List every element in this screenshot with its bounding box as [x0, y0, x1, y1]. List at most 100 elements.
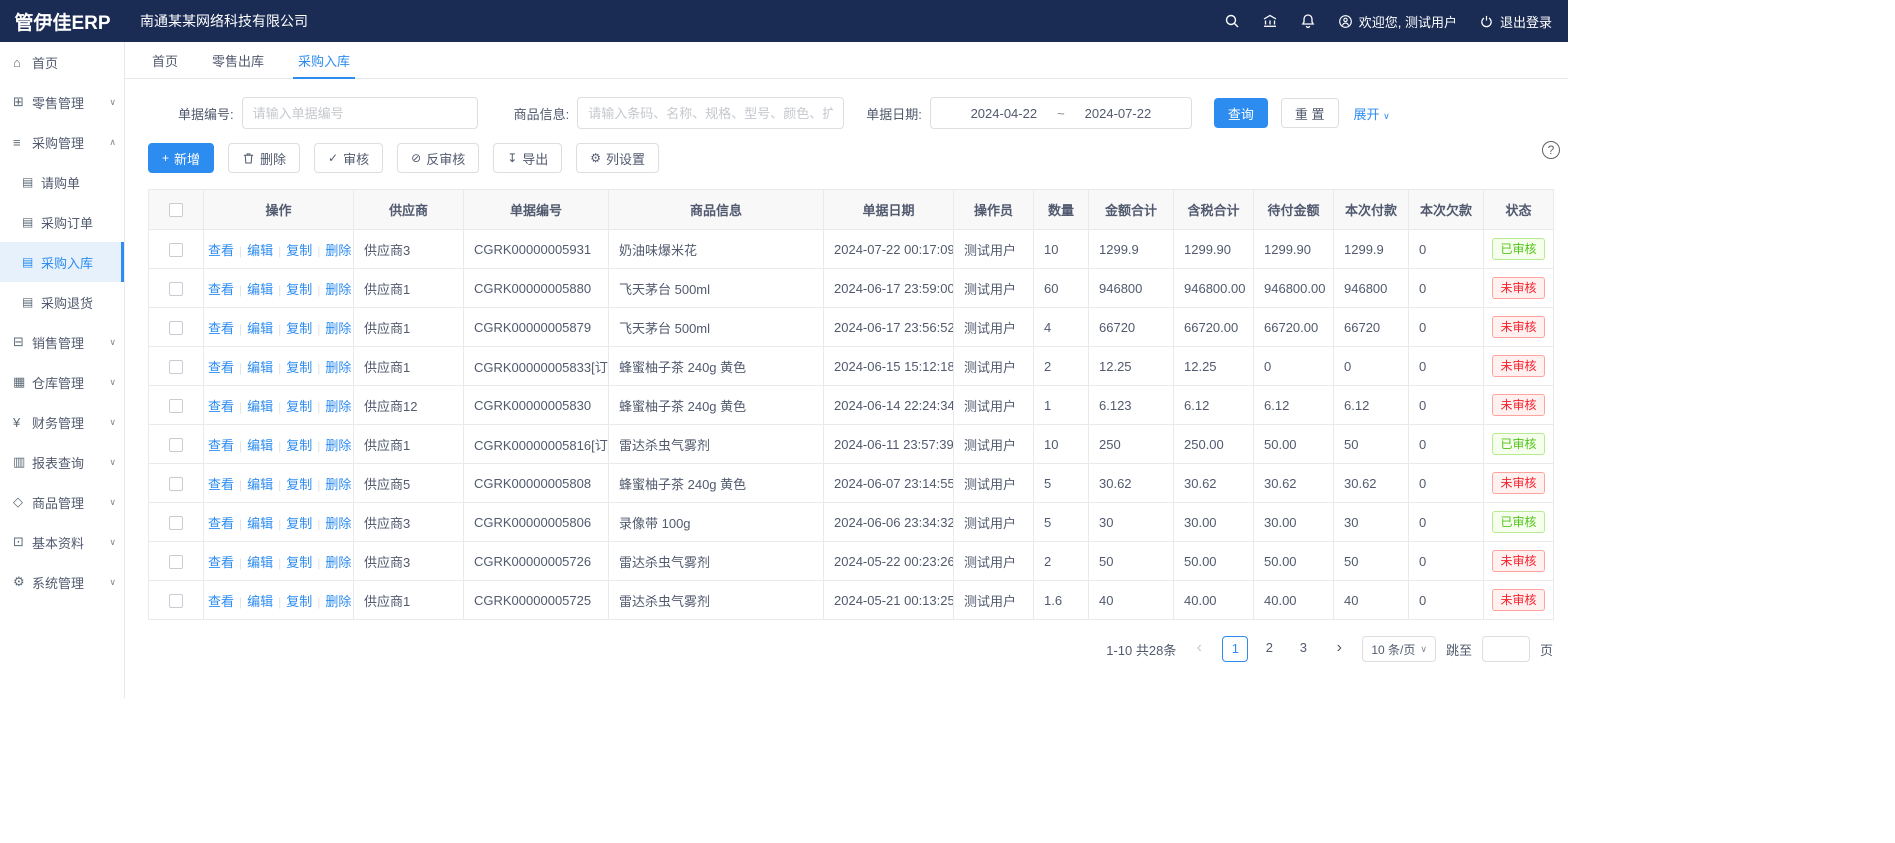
copy-link[interactable]: 复制 [286, 555, 312, 570]
sidebar-item-system[interactable]: ⚙系统管理∨ [0, 562, 124, 602]
delete-link[interactable]: 删除 [325, 555, 351, 570]
edit-link[interactable]: 编辑 [247, 555, 273, 570]
cell-paid: 946800 [1334, 269, 1409, 308]
view-link[interactable]: 查看 [208, 594, 234, 609]
view-link[interactable]: 查看 [208, 516, 234, 531]
row-checkbox[interactable] [169, 516, 183, 530]
audit-button[interactable]: ✓审核 [314, 143, 383, 173]
copy-link[interactable]: 复制 [286, 594, 312, 609]
row-checkbox[interactable] [169, 321, 183, 335]
cell-tax_total: 30.00 [1174, 503, 1254, 542]
date-start-value[interactable]: 2024-04-22 [971, 106, 1038, 121]
edit-link[interactable]: 编辑 [247, 399, 273, 414]
delete-link[interactable]: 删除 [325, 360, 351, 375]
copy-link[interactable]: 复制 [286, 282, 312, 297]
tab-home[interactable]: 首页 [135, 42, 195, 78]
edit-link[interactable]: 编辑 [247, 477, 273, 492]
sidebar-item-purchase[interactable]: ≡采购管理∧ [0, 122, 124, 162]
page-button-3[interactable]: 3 [1290, 636, 1316, 662]
cell-payable: 1299.90 [1254, 230, 1334, 269]
add-button[interactable]: +新增 [148, 143, 214, 173]
edit-link[interactable]: 编辑 [247, 360, 273, 375]
column-header: 数量 [1034, 190, 1089, 230]
copy-link[interactable]: 复制 [286, 438, 312, 453]
delete-button[interactable]: 删除 [228, 143, 300, 173]
row-checkbox[interactable] [169, 399, 183, 413]
help-icon[interactable]: ? [1542, 141, 1560, 159]
row-checkbox[interactable] [169, 360, 183, 374]
sidebar-subitem-purchase-request[interactable]: ▤请购单 [0, 162, 124, 202]
export-button[interactable]: ↧导出 [493, 143, 562, 173]
welcome-user[interactable]: 欢迎您, 测试用户 [1338, 12, 1457, 31]
view-link[interactable]: 查看 [208, 399, 234, 414]
row-checkbox[interactable] [169, 477, 183, 491]
row-checkbox[interactable] [169, 594, 183, 608]
copy-link[interactable]: 复制 [286, 399, 312, 414]
date-end-value[interactable]: 2024-07-22 [1085, 106, 1152, 121]
delete-link[interactable]: 删除 [325, 516, 351, 531]
delete-link[interactable]: 删除 [325, 243, 351, 258]
sidebar-item-warehouse[interactable]: ▦仓库管理∨ [0, 362, 124, 402]
prev-page-button[interactable]: ‹ [1186, 636, 1212, 662]
view-link[interactable]: 查看 [208, 477, 234, 492]
page-size-select[interactable]: 10 条/页 ∨ [1362, 636, 1436, 662]
edit-link[interactable]: 编辑 [247, 282, 273, 297]
edit-link[interactable]: 编辑 [247, 516, 273, 531]
view-link[interactable]: 查看 [208, 555, 234, 570]
sidebar-item-home[interactable]: ⌂首页 [0, 42, 124, 82]
cell-owed: 0 [1409, 425, 1484, 464]
column-settings-button[interactable]: ⚙列设置 [576, 143, 659, 173]
next-page-button[interactable]: › [1326, 636, 1352, 662]
sidebar-subitem-purchase-inbound[interactable]: ▤采购入库 [0, 242, 124, 282]
search-icon[interactable] [1224, 13, 1240, 29]
bank-icon[interactable] [1262, 13, 1278, 29]
sidebar-item-report[interactable]: ▥报表查询∨ [0, 442, 124, 482]
copy-link[interactable]: 复制 [286, 516, 312, 531]
expand-link[interactable]: 展开 ∨ [1354, 104, 1390, 123]
sidebar-item-goods[interactable]: ◇商品管理∨ [0, 482, 124, 522]
row-checkbox[interactable] [169, 555, 183, 569]
delete-link[interactable]: 删除 [325, 477, 351, 492]
view-link[interactable]: 查看 [208, 243, 234, 258]
select-all-checkbox[interactable] [169, 203, 183, 217]
sidebar-subitem-purchase-order[interactable]: ▤采购订单 [0, 202, 124, 242]
tab-purchase-inbound[interactable]: 采购入库 [281, 42, 367, 78]
bell-icon[interactable] [1300, 13, 1316, 29]
sidebar-item-basic[interactable]: ⊡基本资料∨ [0, 522, 124, 562]
copy-link[interactable]: 复制 [286, 477, 312, 492]
edit-link[interactable]: 编辑 [247, 243, 273, 258]
page-button-2[interactable]: 2 [1256, 636, 1282, 662]
sidebar-item-retail[interactable]: ⊞零售管理∨ [0, 82, 124, 122]
delete-link[interactable]: 删除 [325, 321, 351, 336]
row-checkbox[interactable] [169, 282, 183, 296]
row-checkbox[interactable] [169, 438, 183, 452]
copy-link[interactable]: 复制 [286, 321, 312, 336]
delete-link[interactable]: 删除 [325, 399, 351, 414]
jump-page-input[interactable] [1482, 636, 1530, 662]
sidebar-subitem-purchase-return[interactable]: ▤采购退货 [0, 282, 124, 322]
edit-link[interactable]: 编辑 [247, 438, 273, 453]
bill-no-input[interactable] [242, 97, 478, 129]
row-checkbox[interactable] [169, 243, 183, 257]
unaudit-button[interactable]: ⊘反审核 [397, 143, 479, 173]
view-link[interactable]: 查看 [208, 282, 234, 297]
search-button[interactable]: 查询 [1214, 98, 1268, 128]
sidebar-item-sales[interactable]: ⊟销售管理∨ [0, 322, 124, 362]
tab-retail-outbound[interactable]: 零售出库 [195, 42, 281, 78]
goods-info-input[interactable] [577, 97, 844, 129]
view-link[interactable]: 查看 [208, 360, 234, 375]
delete-link[interactable]: 删除 [325, 594, 351, 609]
edit-link[interactable]: 编辑 [247, 594, 273, 609]
edit-link[interactable]: 编辑 [247, 321, 273, 336]
view-link[interactable]: 查看 [208, 438, 234, 453]
copy-link[interactable]: 复制 [286, 360, 312, 375]
delete-link[interactable]: 删除 [325, 282, 351, 297]
view-link[interactable]: 查看 [208, 321, 234, 336]
sidebar-item-finance[interactable]: ¥财务管理∨ [0, 402, 124, 442]
delete-link[interactable]: 删除 [325, 438, 351, 453]
page-button-1[interactable]: 1 [1222, 636, 1248, 662]
logout-button[interactable]: 退出登录 [1479, 12, 1552, 31]
date-range-picker[interactable]: 2024-04-22 ~ 2024-07-22 [930, 97, 1192, 129]
copy-link[interactable]: 复制 [286, 243, 312, 258]
reset-button[interactable]: 重 置 [1281, 98, 1339, 128]
